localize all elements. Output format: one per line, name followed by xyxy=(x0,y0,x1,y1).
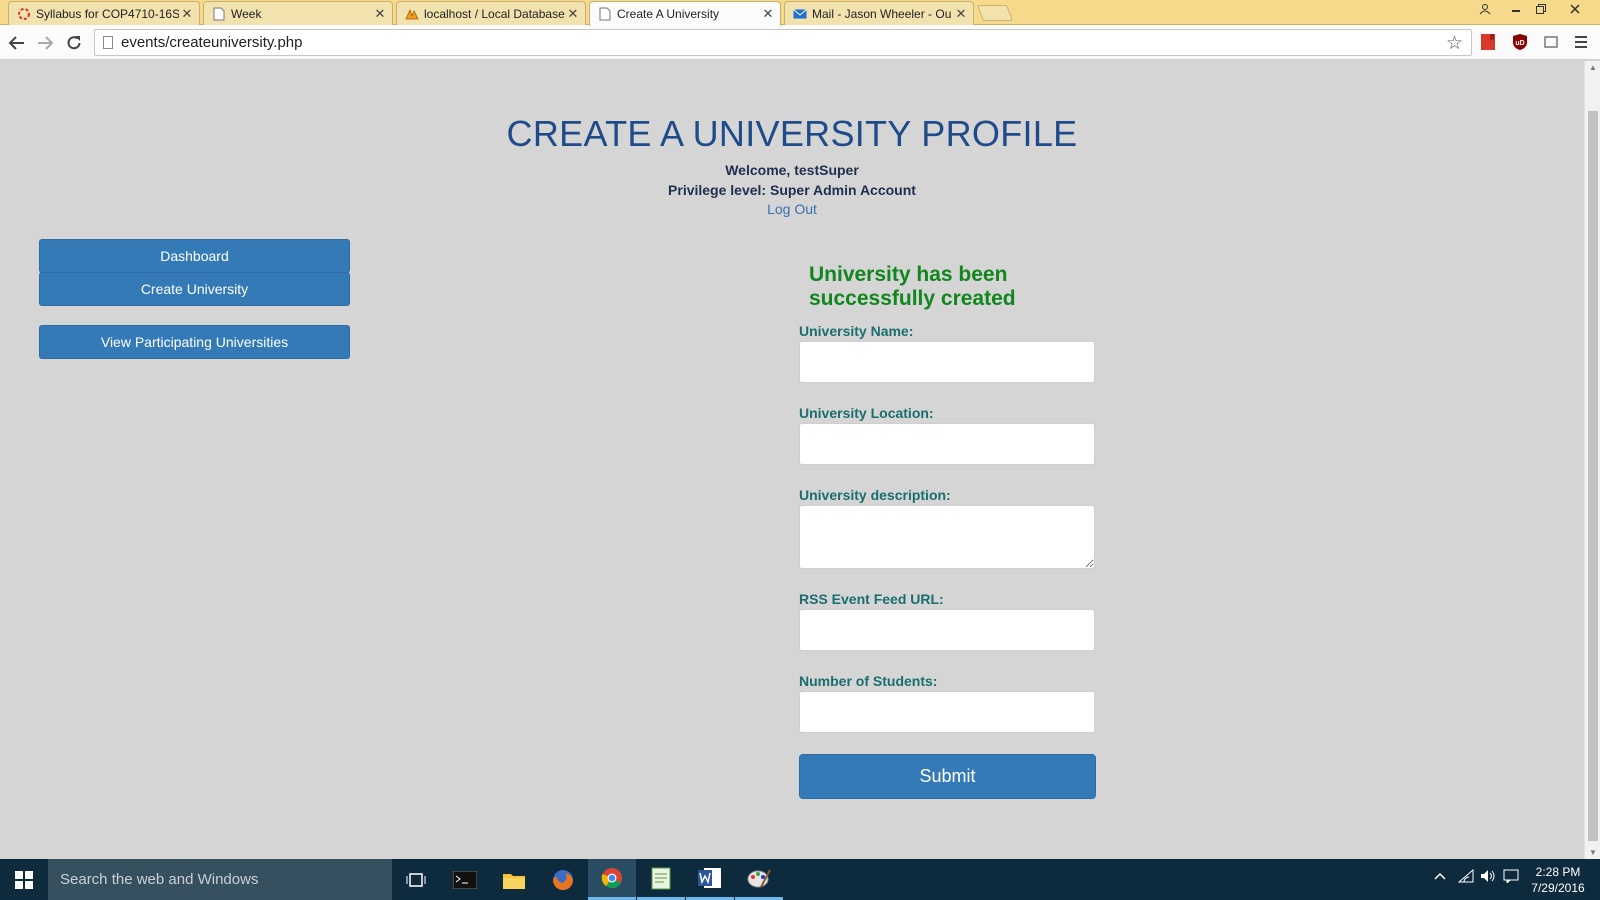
close-icon[interactable]: ✕ xyxy=(565,6,581,22)
rss-feed-input[interactable] xyxy=(799,609,1095,651)
bookmark-star-icon[interactable]: ☆ xyxy=(1446,31,1463,56)
create-university-button[interactable]: Create University xyxy=(39,272,350,306)
new-tab-button[interactable] xyxy=(977,5,1013,21)
scroll-up-icon[interactable]: ▲ xyxy=(1585,63,1600,72)
view-universities-button[interactable]: View Participating Universities xyxy=(39,325,350,359)
taskbar-clock[interactable]: 2:28 PM 7/29/2016 xyxy=(1523,864,1593,896)
back-arrow-icon[interactable] xyxy=(6,32,28,54)
windows-taskbar: Search the web and Windows 2:28 PM 7/29/… xyxy=(0,859,1600,900)
privilege-text: Privilege level: Super Admin Account xyxy=(668,182,916,198)
mail-icon xyxy=(793,7,807,21)
taskbar-search-input[interactable]: Search the web and Windows xyxy=(48,859,392,900)
page-viewport: CREATE A UNIVERSITY PROFILE Welcome, tes… xyxy=(0,61,1584,859)
university-name-input[interactable] xyxy=(799,341,1095,383)
restore-icon[interactable] xyxy=(1528,0,1554,18)
address-bar[interactable]: events/createuniversity.php ☆ xyxy=(94,29,1472,56)
submit-button[interactable]: Submit xyxy=(799,754,1096,799)
browser-toolbar: events/createuniversity.php ☆ uD xyxy=(0,25,1600,60)
terminal-icon[interactable] xyxy=(441,859,489,900)
number-of-students-label: Number of Students: xyxy=(799,673,938,689)
network-icon[interactable] xyxy=(1457,868,1474,886)
tab-title: Mail - Jason Wheeler - Ou xyxy=(812,6,952,21)
tab-strip: Syllabus for COP4710-16S ✕ Week ✕ localh… xyxy=(0,0,1600,26)
rss-feed-label: RSS Event Feed URL: xyxy=(799,591,944,607)
page-icon xyxy=(103,36,113,49)
tab-mail[interactable]: Mail - Jason Wheeler - Ou ✕ xyxy=(784,1,974,25)
minimize-icon[interactable] xyxy=(1503,0,1529,18)
reload-icon[interactable] xyxy=(63,32,85,54)
close-icon[interactable]: ✕ xyxy=(760,6,776,22)
action-center-icon[interactable] xyxy=(1503,869,1519,886)
notepad-icon[interactable] xyxy=(637,859,685,900)
university-location-input[interactable] xyxy=(799,423,1095,465)
tab-title: Week xyxy=(231,6,262,21)
page-icon xyxy=(212,7,226,21)
ublock-icon[interactable]: uD xyxy=(1511,33,1529,51)
logout-link[interactable]: Log Out xyxy=(0,201,1584,217)
menu-icon[interactable] xyxy=(1572,33,1590,51)
window-close-icon[interactable] xyxy=(1562,0,1588,18)
scrollbar-thumb[interactable] xyxy=(1588,111,1598,841)
volume-icon[interactable] xyxy=(1480,869,1496,886)
clock-time: 2:28 PM xyxy=(1535,865,1581,879)
cast-icon[interactable] xyxy=(1542,33,1560,51)
close-icon[interactable]: ✕ xyxy=(179,6,195,22)
tab-phpmyadmin[interactable]: localhost / Local Database ✕ xyxy=(396,1,586,25)
word-icon[interactable] xyxy=(686,859,734,900)
page-icon xyxy=(598,7,612,21)
profile-icon[interactable] xyxy=(1472,0,1498,18)
ring-icon xyxy=(17,7,31,21)
windows-start-icon[interactable] xyxy=(0,859,48,900)
close-icon[interactable]: ✕ xyxy=(372,6,388,22)
task-view-icon[interactable] xyxy=(392,859,440,900)
tab-syllabus[interactable]: Syllabus for COP4710-16S ✕ xyxy=(8,1,200,25)
phpmyadmin-icon xyxy=(405,7,419,21)
address-text: events/createuniversity.php xyxy=(121,34,303,51)
bookmark-extension-icon[interactable] xyxy=(1479,33,1497,51)
tab-title: localhost / Local Database xyxy=(424,6,565,21)
university-description-textarea[interactable] xyxy=(799,505,1095,569)
tab-title: Create A University xyxy=(617,7,720,21)
forward-arrow-icon[interactable] xyxy=(34,32,56,54)
ublock-label: uD xyxy=(1515,40,1524,47)
clock-date: 7/29/2016 xyxy=(1531,881,1585,895)
university-name-label: University Name: xyxy=(799,323,914,339)
scroll-down-icon[interactable]: ▼ xyxy=(1585,848,1600,857)
tab-title: Syllabus for COP4710-16S xyxy=(36,6,179,21)
number-of-students-input[interactable] xyxy=(799,691,1095,733)
university-description-label: University description: xyxy=(799,487,951,503)
welcome-text: Welcome, testSuper xyxy=(725,162,859,178)
close-icon[interactable]: ✕ xyxy=(953,6,969,22)
firefox-icon[interactable] xyxy=(539,859,587,900)
university-location-label: University Location: xyxy=(799,405,934,421)
tab-create-university[interactable]: Create A University ✕ xyxy=(589,1,781,26)
show-hidden-icons-icon[interactable] xyxy=(1434,869,1446,885)
dashboard-button[interactable]: Dashboard xyxy=(39,239,350,273)
chrome-icon[interactable] xyxy=(588,859,636,900)
tab-week[interactable]: Week ✕ xyxy=(203,1,393,25)
vertical-scrollbar[interactable]: ▲ ▼ xyxy=(1584,61,1600,859)
paint-icon[interactable] xyxy=(735,859,783,900)
page-title: CREATE A UNIVERSITY PROFILE xyxy=(506,113,1078,154)
file-explorer-icon[interactable] xyxy=(490,859,538,900)
success-message: University has been successfully created xyxy=(809,263,1016,310)
